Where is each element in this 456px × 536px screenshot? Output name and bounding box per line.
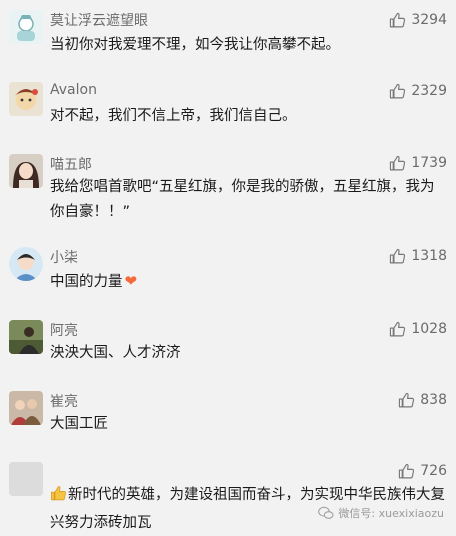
- like-button[interactable]: 1028: [389, 319, 447, 339]
- commenter-name[interactable]: 喵五郎: [50, 154, 92, 174]
- like-button[interactable]: 1739: [389, 153, 447, 173]
- like-button[interactable]: 3294: [389, 10, 447, 30]
- thumbs-up-emoji: [50, 485, 67, 511]
- commenter-name[interactable]: Avalon: [50, 82, 97, 98]
- comment-text: 大国工匠: [50, 416, 108, 432]
- thumbs-up-icon: [390, 321, 406, 336]
- commenter-name[interactable]: 阿亮: [50, 320, 78, 340]
- avatar[interactable]: [9, 82, 43, 116]
- thumbs-up-icon: [390, 83, 406, 98]
- wechat-icon: [318, 506, 334, 519]
- comment-text: 泱泱大国、人才济济: [50, 345, 181, 361]
- comment-text: 我给您唱首歌吧“五星红旗，你是我的骄傲，五星红旗，我为你自豪！！”: [50, 179, 435, 220]
- thumbs-up-icon: [399, 392, 415, 407]
- like-count: 838: [420, 392, 447, 408]
- like-button[interactable]: 1318: [389, 246, 447, 266]
- comment-text: 中国的力量 ❤: [50, 269, 448, 295]
- like-count: 1318: [411, 248, 447, 264]
- avatar[interactable]: [9, 154, 43, 188]
- heart-emoji: ❤: [124, 272, 138, 290]
- thumbs-up-icon: [390, 12, 406, 27]
- like-count: 3294: [411, 12, 447, 28]
- comment-text: 当初你对我爱理不理，如今我让你高攀不起。: [50, 37, 340, 53]
- commenter-name[interactable]: 莫让浮云遮望眼: [50, 10, 148, 30]
- avatar[interactable]: [9, 462, 43, 496]
- thumbs-up-icon: [390, 155, 406, 170]
- watermark: 微信号: xuexixiaozu: [318, 505, 444, 521]
- like-count: 726: [420, 463, 447, 479]
- thumbs-up-icon: [399, 463, 415, 478]
- avatar[interactable]: [9, 320, 43, 354]
- commenter-name[interactable]: 小柒: [50, 247, 78, 267]
- like-count: 1028: [411, 321, 447, 337]
- like-count: 2329: [411, 83, 447, 99]
- thumbs-up-icon: [390, 248, 406, 263]
- comment-text: 对不起，我们不信上帝，我们信自己。: [50, 108, 297, 124]
- avatar[interactable]: [9, 391, 43, 425]
- comment-text-content: 中国的力量: [50, 274, 123, 290]
- avatar[interactable]: [9, 10, 43, 44]
- commenter-name[interactable]: 崔亮: [50, 391, 78, 411]
- avatar[interactable]: [9, 247, 43, 281]
- like-button[interactable]: 726: [398, 461, 447, 481]
- like-count: 1739: [411, 155, 447, 171]
- watermark-text: 微信号: xuexixiaozu: [338, 507, 444, 520]
- like-button[interactable]: 2329: [389, 81, 447, 101]
- like-button[interactable]: 838: [398, 390, 447, 410]
